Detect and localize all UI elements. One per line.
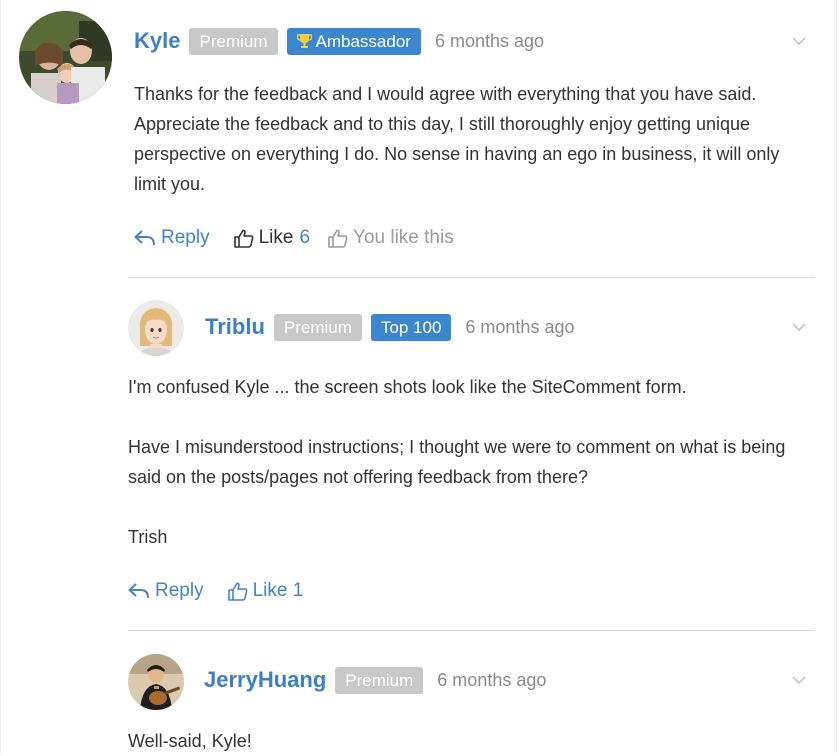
like-label: Like [258,227,294,248]
like-button[interactable]: Like 1 [227,580,304,602]
reply-button[interactable]: Reply [128,580,204,602]
chevron-down-icon[interactable] [792,36,806,46]
comment-paragraph: Have I misunderstood instructions; I tho… [128,437,786,487]
divider [128,630,815,631]
username[interactable]: Triblu [205,314,265,340]
chevron-down-icon[interactable] [792,322,806,332]
timestamp: 6 months ago [437,669,547,690]
premium-badge: Premium [273,313,362,341]
timestamp: 6 months ago [434,30,545,51]
comment-thread: Kyle Premium Ambassador 6 months ago Tha… [0,0,837,753]
thumbs-up-icon [233,229,253,248]
you-like-label: You like this [353,227,454,248]
reply-icon [128,583,149,599]
comment-paragraph: I'm confused Kyle ... the screen shots l… [128,377,687,397]
like-count[interactable]: 6 [299,227,310,249]
chevron-down-icon[interactable] [792,675,806,685]
comment-body: Thanks for the feedback and I would agre… [134,79,814,199]
premium-badge: Premium [335,666,424,694]
username[interactable]: JerryHuang [204,667,326,693]
reply-label: Reply [155,580,204,601]
like-button[interactable]: Like 6 [233,227,310,249]
like-label: Like 1 [252,580,304,601]
comment-paragraph: Well-said, Kyle! [128,731,252,751]
ambassador-badge: Ambassador [286,27,421,57]
thumbs-up-icon [227,582,247,601]
avatar-guitar-photo [128,654,184,710]
comment-paragraph: Thanks for the feedback and I would agre… [134,84,780,194]
avatar[interactable] [128,654,184,710]
trophy-icon [296,30,312,57]
username[interactable]: Kyle [134,28,180,54]
comment-body: I'm confused Kyle ... the screen shots l… [128,372,818,552]
reply-icon [134,230,155,246]
premium-badge: Premium [189,27,278,55]
timestamp: 6 months ago [465,316,575,337]
comment-signature: Trish [128,527,168,547]
top-100-badge: Top 100 [370,313,452,341]
reply-label: Reply [161,227,210,248]
avatar[interactable] [128,300,184,356]
reply-button[interactable]: Reply [134,227,210,249]
you-like-this: You like this [328,227,454,249]
divider [128,277,815,278]
ambassador-badge-label: Ambassador [315,31,411,51]
comment-body: Well-said, Kyle! [128,726,818,756]
avatar[interactable] [19,11,112,104]
avatar-family-photo [19,11,112,104]
thumbs-up-icon [328,229,348,248]
avatar-cartoon [128,300,184,356]
